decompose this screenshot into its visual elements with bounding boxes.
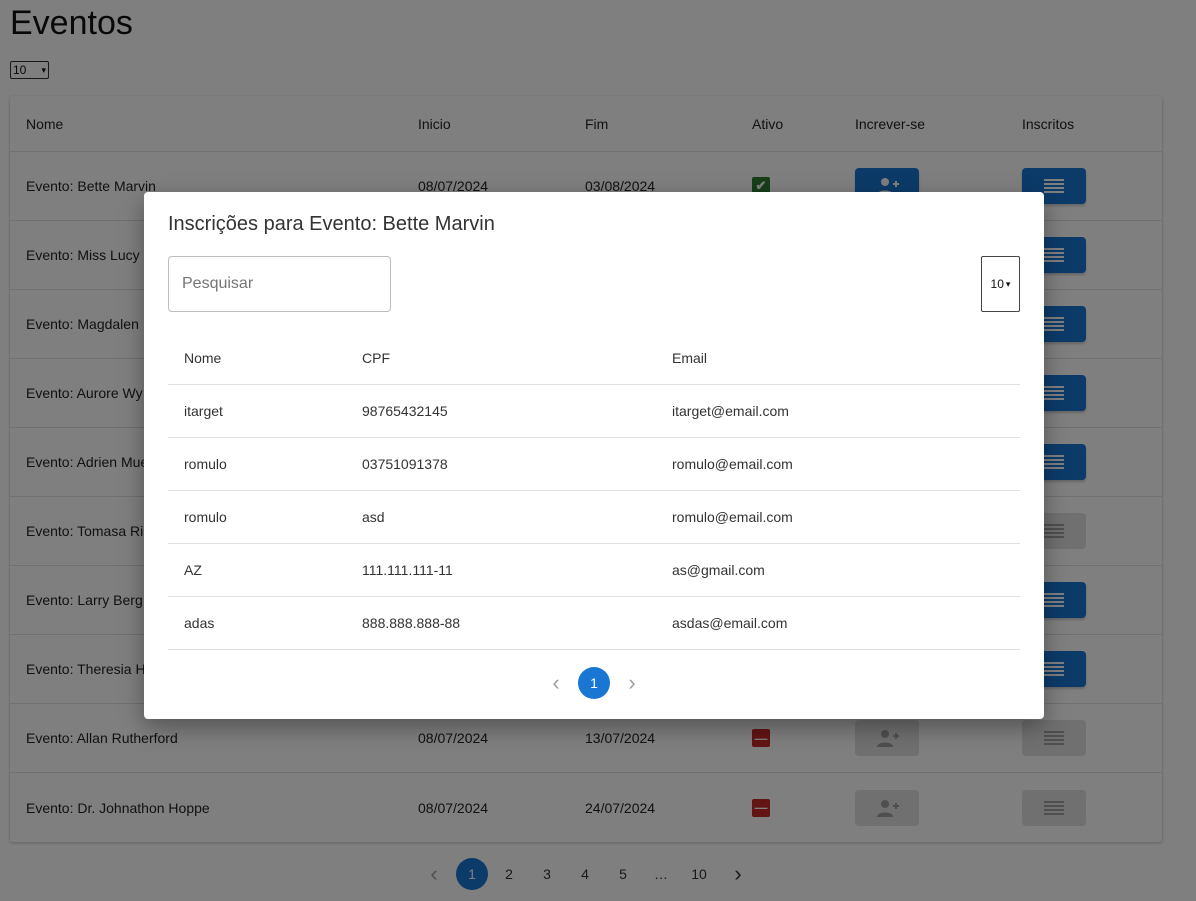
registrations-table: Nome CPF Email itarget 98765432145 itarget…	[168, 332, 1020, 650]
registration-row: romulo 03751091378 romulo@email.com	[168, 438, 1020, 491]
registrant-name: adas	[184, 615, 215, 631]
registrant-name: romulo	[184, 509, 227, 525]
registration-row: romulo asd romulo@email.com	[168, 491, 1020, 544]
registrant-email: asdas@email.com	[672, 615, 788, 631]
modal-page-size-select[interactable]: 10 ▾	[981, 256, 1020, 312]
header-nome: Nome	[184, 350, 222, 366]
registration-row: adas 888.888.888-88 asdas@email.com	[168, 597, 1020, 650]
modal-pagination: ‹ 1 ›	[144, 667, 1044, 699]
header-cpf: CPF	[362, 350, 390, 366]
registrant-email: itarget@email.com	[672, 403, 789, 419]
registration-row: itarget 98765432145 itarget@email.com	[168, 385, 1020, 438]
registrant-cpf: 888.888.888-88	[362, 615, 461, 631]
registrant-cpf: 98765432145	[362, 403, 448, 419]
registrant-cpf: asd	[362, 509, 385, 525]
registrant-email: romulo@email.com	[672, 509, 793, 525]
registrations-modal: Inscrições para Evento: Bette Marvin 10 …	[144, 192, 1044, 719]
registration-row: AZ 111.111.111-11 as@gmail.com	[168, 544, 1020, 597]
registrations-table-header: Nome CPF Email	[168, 332, 1020, 385]
search-input[interactable]	[168, 256, 391, 312]
registrant-cpf: 111.111.111-11	[362, 562, 453, 578]
modal-page-size-value: 10	[990, 277, 1004, 291]
chevron-down-icon: ▾	[1005, 278, 1011, 289]
registrant-name: romulo	[184, 456, 227, 472]
registrant-name: itarget	[184, 403, 223, 419]
header-email: Email	[672, 350, 708, 366]
registrant-cpf: 03751091378	[362, 456, 448, 472]
registrant-email: as@gmail.com	[672, 562, 765, 578]
modal-title: Inscrições para Evento: Bette Marvin	[168, 213, 495, 235]
page-button[interactable]: 1	[578, 667, 610, 699]
chevron-right-icon[interactable]: ›	[616, 667, 648, 699]
chevron-left-icon[interactable]: ‹	[540, 667, 572, 699]
registrant-email: romulo@email.com	[672, 456, 793, 472]
registrant-name: AZ	[184, 562, 202, 578]
